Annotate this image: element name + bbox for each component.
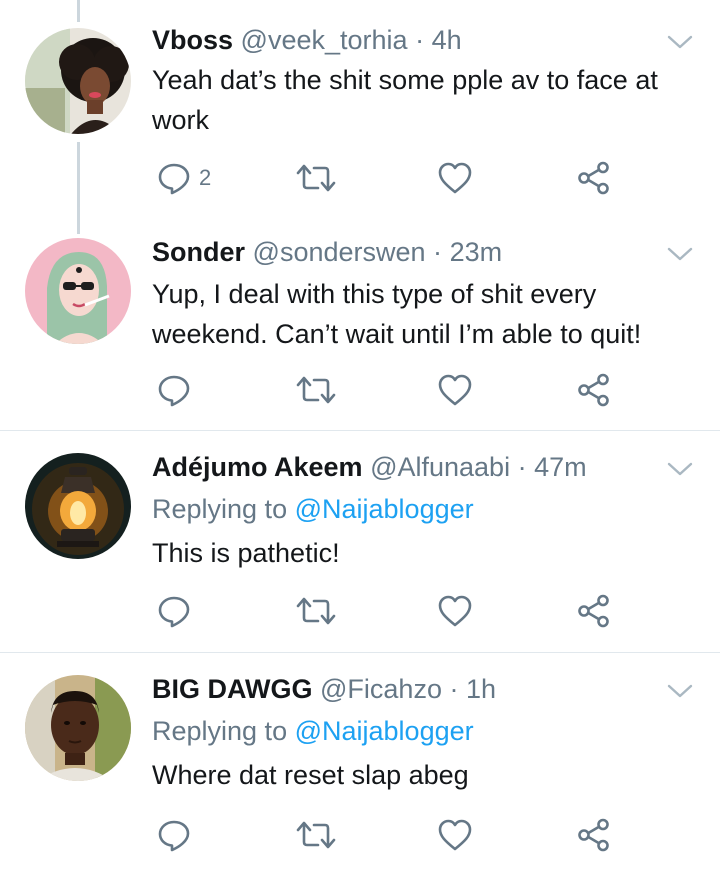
separator-dot: · [449, 674, 459, 704]
tweet-1[interactable]: Vboss @veek_torhia · 4h Yeah dat’s the s… [0, 0, 720, 216]
avatar-adejumo[interactable] [25, 453, 131, 559]
reply-icon [158, 163, 190, 195]
timestamp[interactable]: 1h [466, 674, 496, 704]
reply-button[interactable]: 2 [157, 158, 211, 198]
share-icon [578, 594, 609, 628]
replying-to: Replying to @Naijablogger [152, 489, 474, 529]
user-handle[interactable]: @Ficahzo [320, 674, 442, 704]
tweet-4[interactable]: BIG DAWGG @Ficahzo · 1h Replying to @Nai… [0, 653, 720, 869]
tweet-actions [0, 815, 720, 855]
retweet-button[interactable] [296, 158, 336, 198]
tweet-3[interactable]: Adéjumo Akeem @Alfunaabi · 47m Replying … [0, 431, 720, 652]
chevron-down-icon[interactable] [665, 681, 695, 701]
chevron-down-icon[interactable] [665, 459, 695, 479]
chevron-down-icon[interactable] [665, 32, 695, 52]
like-button[interactable] [437, 158, 473, 198]
heart-icon [438, 374, 472, 406]
like-button[interactable] [437, 815, 473, 855]
share-button[interactable] [577, 370, 611, 410]
avatar-sonder[interactable] [25, 238, 131, 344]
tweet-actions: 2 [0, 158, 720, 198]
user-handle[interactable]: @veek_torhia [241, 25, 408, 55]
reply-icon [158, 596, 190, 628]
replying-to: Replying to @Naijablogger [152, 711, 474, 751]
avatar-big-dawgg[interactable] [25, 675, 131, 781]
tweet-actions [0, 591, 720, 631]
share-icon [578, 818, 609, 852]
reply-button[interactable] [157, 591, 191, 631]
display-name[interactable]: Sonder [152, 237, 245, 267]
replying-to-prefix: Replying to [152, 494, 288, 524]
share-button[interactable] [577, 158, 611, 198]
retweet-button[interactable] [296, 815, 336, 855]
retweet-icon [296, 821, 336, 849]
timestamp[interactable]: 4h [432, 25, 462, 55]
chevron-down-icon[interactable] [665, 244, 695, 264]
display-name[interactable]: Adéjumo Akeem [152, 452, 363, 482]
tweet-header: Adéjumo Akeem @Alfunaabi · 47m [152, 447, 587, 487]
retweet-button[interactable] [296, 370, 336, 410]
reply-icon [158, 375, 190, 407]
share-icon [578, 373, 609, 407]
separator-dot: · [415, 25, 425, 55]
separator-dot: · [517, 452, 527, 482]
replying-to-link[interactable]: @Naijablogger [295, 716, 474, 746]
tweet-2[interactable]: Sonder @sonderswen · 23m Yup, I deal wit… [0, 216, 720, 430]
timestamp[interactable]: 23m [450, 237, 503, 267]
avatar-vboss[interactable] [25, 28, 131, 134]
tweet-actions [0, 370, 720, 410]
tweet-header: Sonder @sonderswen · 23m [152, 232, 502, 272]
share-icon [578, 161, 609, 195]
tweet-text: Yeah dat’s the shit some pple av to face… [152, 65, 658, 135]
retweet-icon [296, 597, 336, 625]
tweet-header: Vboss @veek_torhia · 4h [152, 20, 462, 60]
retweet-icon [296, 164, 336, 192]
user-handle[interactable]: @Alfunaabi [370, 452, 510, 482]
replying-to-prefix: Replying to [152, 716, 288, 746]
display-name[interactable]: BIG DAWGG [152, 674, 313, 704]
share-button[interactable] [577, 815, 611, 855]
heart-icon [438, 819, 472, 851]
tweet-text: Yup, I deal with this type of shit every… [152, 279, 642, 349]
user-handle[interactable]: @sonderswen [253, 237, 426, 267]
share-button[interactable] [577, 591, 611, 631]
replying-to-link[interactable]: @Naijablogger [295, 494, 474, 524]
reply-button[interactable] [157, 815, 191, 855]
reply-count: 2 [199, 165, 212, 190]
reply-icon [158, 820, 190, 852]
tweet-text: Where dat reset slap abeg [152, 760, 469, 790]
display-name[interactable]: Vboss [152, 25, 233, 55]
heart-icon [438, 162, 472, 194]
heart-icon [438, 595, 472, 627]
retweet-button[interactable] [296, 591, 336, 631]
tweet-text: This is pathetic! [152, 538, 340, 568]
like-button[interactable] [437, 370, 473, 410]
like-button[interactable] [437, 591, 473, 631]
tweet-header: BIG DAWGG @Ficahzo · 1h [152, 669, 496, 709]
reply-button[interactable] [157, 370, 191, 410]
separator-dot: · [433, 237, 443, 267]
retweet-icon [296, 376, 336, 404]
timestamp[interactable]: 47m [534, 452, 587, 482]
